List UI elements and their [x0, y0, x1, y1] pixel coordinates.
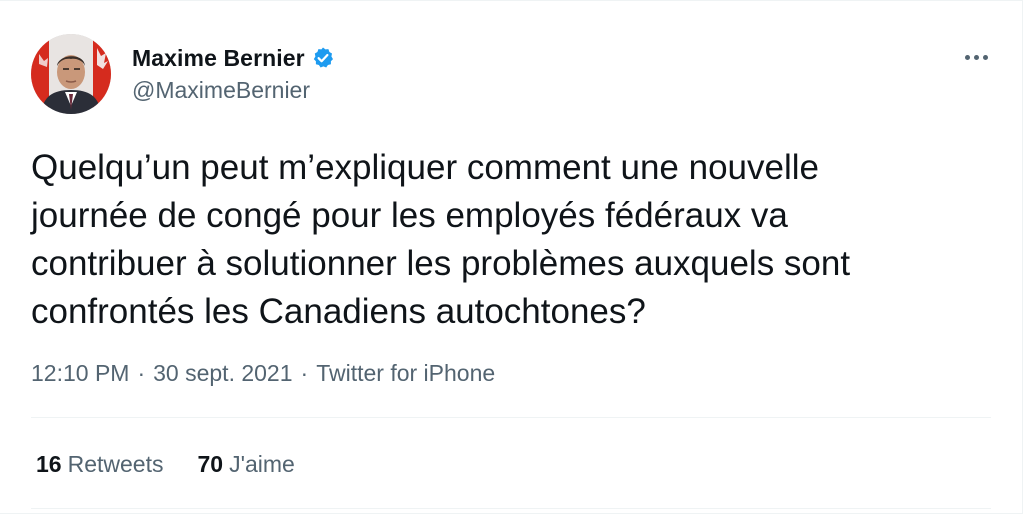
more-options-icon[interactable]	[956, 44, 996, 70]
tweet-text-line: Quelqu’un peut m’expliquer comment une n…	[31, 148, 819, 187]
more-dot	[964, 54, 970, 60]
verified-badge-icon	[311, 46, 335, 70]
avatar-image	[31, 34, 111, 114]
retweets-label: Retweets	[67, 450, 164, 477]
more-dot	[973, 54, 979, 60]
tweet-text-line: contribuer à solutionner les problèmes a…	[31, 244, 851, 283]
tweet-time[interactable]: 12:10 PM	[31, 360, 129, 387]
user-handle[interactable]: @MaximeBernier	[132, 77, 310, 104]
divider	[31, 417, 991, 418]
tweet-text: Quelqu’un peut m’expliquer comment une n…	[31, 144, 991, 336]
avatar[interactable]	[31, 34, 111, 114]
likes-count: 70	[197, 450, 224, 477]
author-name-row[interactable]: Maxime Bernier	[132, 42, 335, 74]
tweet-metadata: 12:10 PM · 30 sept. 2021 · Twitter for i…	[31, 357, 495, 389]
tweet-source[interactable]: Twitter for iPhone	[316, 360, 495, 387]
divider	[31, 508, 991, 509]
tweet-card: Maxime Bernier @MaximeBernier Quelqu’un …	[0, 0, 1023, 514]
likes-stat[interactable]: 70 J'aime	[197, 451, 294, 478]
meta-separator: ·	[137, 359, 146, 386]
likes-label: J'aime	[229, 450, 295, 477]
tweet-text-line: journée de congé pour les employés fédér…	[31, 196, 788, 235]
retweets-count: 16	[36, 450, 62, 477]
tweet-text-line: confrontés les Canadiens autochtones?	[31, 292, 646, 331]
display-name[interactable]: Maxime Bernier	[132, 45, 305, 72]
meta-separator: ·	[300, 359, 309, 386]
more-dot	[982, 54, 988, 60]
engagement-stats: 16 Retweets 70 J'aime	[36, 448, 329, 480]
retweets-stat[interactable]: 16 Retweets	[36, 451, 163, 478]
tweet-date[interactable]: 30 sept. 2021	[153, 360, 292, 387]
